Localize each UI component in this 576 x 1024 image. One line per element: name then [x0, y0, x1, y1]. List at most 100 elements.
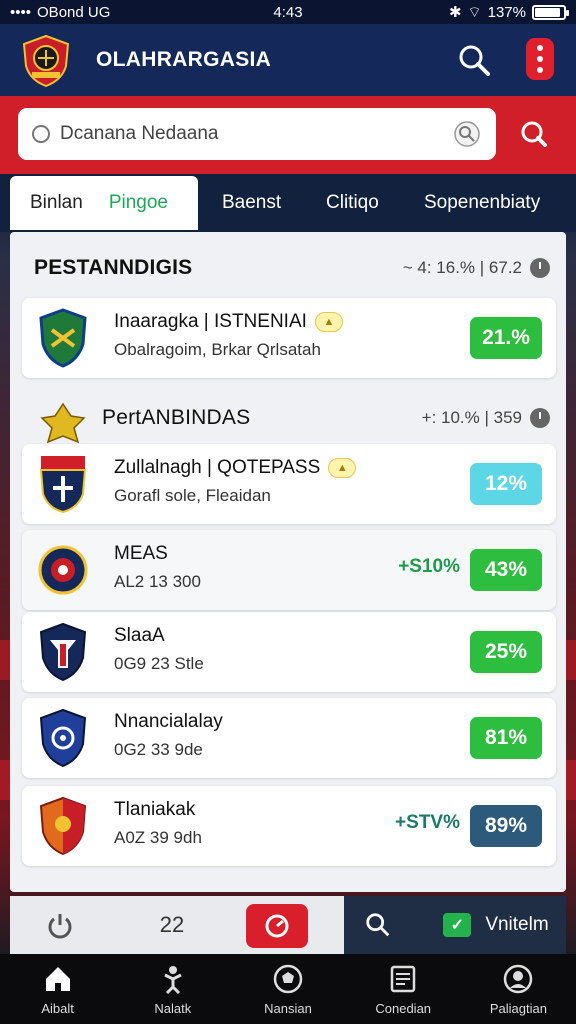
change-indicator: +STV% — [395, 812, 460, 833]
status-bar: •••• OBond UG 4:43 ✱ ⌔ 137% — [0, 0, 576, 24]
bluetooth-icon: ✱ — [448, 4, 462, 21]
app-header: OLAHRARGASIA — [0, 24, 576, 96]
tab-baenst[interactable]: Baenst — [222, 176, 281, 230]
nav-news[interactable]: Conedian — [346, 954, 461, 1024]
team-crest-icon — [39, 796, 87, 856]
team-subtitle: A0Z 39 9dh — [114, 828, 202, 847]
confirm-button[interactable]: ✓ Vnitelm — [436, 896, 556, 954]
tab-sublabel: Pingoe — [108, 192, 168, 213]
trophy-icon: ▲ — [328, 458, 357, 478]
power-button[interactable] — [30, 896, 90, 954]
team-name: Tlaniakak — [114, 799, 196, 820]
history-icon — [32, 125, 50, 143]
bottom-navigation: Aibalt Nalatk Nansian Conedian Paliagtia… — [0, 954, 576, 1024]
app-title: OLAHRARGASIA — [96, 48, 272, 71]
nav-profile[interactable]: Paliagtian — [461, 954, 576, 1024]
search-placeholder: Dcanana Nedaana — [60, 123, 219, 144]
tab-label: Baenst — [222, 192, 282, 213]
battery-icon — [532, 4, 569, 20]
dot-icon — [537, 56, 543, 62]
percent-pill[interactable]: 12% — [470, 463, 542, 505]
refresh-icon — [265, 914, 289, 938]
percent-pill[interactable]: 43% — [470, 549, 542, 591]
team-subtitle: 0G9 23 Stle — [114, 654, 204, 673]
team-crest-icon — [39, 622, 87, 682]
section-meta: ~ 4: 16.% | 67.2 — [402, 258, 522, 277]
nav-label: Nansian — [264, 1000, 312, 1016]
team-crest-icon — [39, 308, 87, 368]
nav-label: Paliagtian — [489, 1000, 547, 1016]
nav-label: Aibalt — [41, 1000, 74, 1016]
confirm-area: ✓ Vnitelm — [344, 896, 566, 954]
refresh-button[interactable] — [246, 904, 308, 948]
clock-icon — [530, 408, 550, 428]
percent-pill[interactable]: 89% — [470, 805, 542, 847]
team-crest-icon — [38, 545, 88, 595]
dot-icon — [537, 67, 543, 73]
standings-panel: PESTANNDIGIS ~ 4: 16.% | 67.2 Inaaragka … — [10, 232, 566, 892]
ball-icon — [273, 964, 303, 993]
tab-binlan[interactable]: Binlan Pingoe — [10, 176, 198, 230]
team-card[interactable]: Zullalnagh | QOTEPASS ▲ Gorafl sole, Fle… — [22, 444, 556, 524]
section-header: PertANBINDAS +: 10.% | 359 — [34, 398, 550, 438]
section-title: PertANBINDAS — [102, 406, 251, 429]
carrier-name: OBond UG — [37, 3, 111, 21]
team-name: Zullalnagh | QOTEPASS — [114, 457, 321, 478]
search-icon — [366, 913, 390, 937]
nav-matches[interactable]: Nansian — [230, 954, 345, 1024]
team-card[interactable]: Inaaragka | ISTNENIAI ▲ Obalragoim, Brka… — [22, 298, 556, 378]
team-name: MEAS — [114, 543, 168, 564]
check-icon: ✓ — [443, 913, 472, 937]
percent-pill[interactable]: 81% — [470, 717, 542, 759]
team-subtitle: AL2 13 300 — [114, 572, 201, 591]
wifi-icon: ⌔ — [467, 3, 482, 21]
team-name: Inaaragka | ISTNENIAI — [114, 311, 307, 332]
team-subtitle: Obalragoim, Brkar Qrlsatah — [114, 340, 321, 359]
team-card[interactable]: Nnancialalay 0G2 33 9de 81% — [22, 698, 556, 778]
category-tabs: Binlan Pingoe Baenst Clitiqo Sopenenbiat… — [0, 174, 576, 232]
battery-percent: 137% — [487, 3, 526, 21]
percent-pill[interactable]: 21.% — [470, 317, 542, 359]
change-indicator: +S10% — [398, 556, 460, 577]
nav-home[interactable]: Aibalt — [0, 954, 115, 1024]
section-title: PESTANNDIGIS — [34, 256, 193, 279]
team-name: SlaaA — [114, 625, 165, 646]
magnifier-icon[interactable] — [452, 119, 482, 149]
tab-label: Binlan — [30, 192, 83, 213]
tab-label: Sopenenbiaty — [424, 192, 541, 213]
more-menu-button[interactable] — [526, 38, 554, 80]
team-subtitle: 0G2 33 9de — [114, 740, 203, 759]
tab-clitiqo[interactable]: Clitiqo — [326, 176, 379, 230]
team-crest-icon — [39, 708, 87, 768]
confirm-label: Vnitelm — [485, 914, 549, 935]
search-button[interactable] — [358, 896, 398, 954]
section-meta: +: 10.% | 359 — [421, 408, 522, 427]
percent-pill[interactable]: 25% — [470, 631, 542, 673]
team-card[interactable]: SlaaA 0G9 23 Stle 25% — [22, 612, 556, 692]
team-subtitle: Gorafl sole, Fleaidan — [114, 486, 271, 505]
section-header: PESTANNDIGIS ~ 4: 16.% | 67.2 — [34, 248, 550, 288]
dot-icon — [537, 45, 543, 51]
clock-icon — [530, 258, 550, 278]
profile-icon — [504, 964, 533, 993]
nav-label: Nalatk — [154, 1000, 192, 1016]
action-bar: 22 ✓ Vnitelm — [10, 896, 566, 954]
home-icon — [45, 966, 70, 991]
nav-players[interactable]: Nalatk — [115, 954, 230, 1024]
team-crest-icon — [39, 456, 87, 514]
search-input[interactable]: Dcanana Nedaana — [18, 108, 496, 160]
search-icon[interactable] — [456, 42, 492, 78]
count-display: 22 — [159, 912, 185, 937]
team-card[interactable]: MEAS AL2 13 300 +S10% 43% — [22, 530, 556, 610]
news-icon — [390, 965, 416, 992]
team-card[interactable]: Tlaniakak A0Z 39 9dh +STV% 89% — [22, 786, 556, 866]
player-icon — [164, 965, 182, 994]
power-icon — [48, 914, 72, 939]
search-submit-button[interactable] — [512, 116, 556, 152]
search-bar-area: Dcanana Nedaana — [0, 96, 576, 174]
nav-label: Conedian — [375, 1000, 432, 1016]
club-logo-icon[interactable] — [18, 32, 74, 88]
signal-icon: •••• — [10, 3, 32, 21]
tab-sopenenbiaty[interactable]: Sopenenbiaty — [424, 176, 540, 230]
trophy-icon: ▲ — [314, 312, 343, 332]
